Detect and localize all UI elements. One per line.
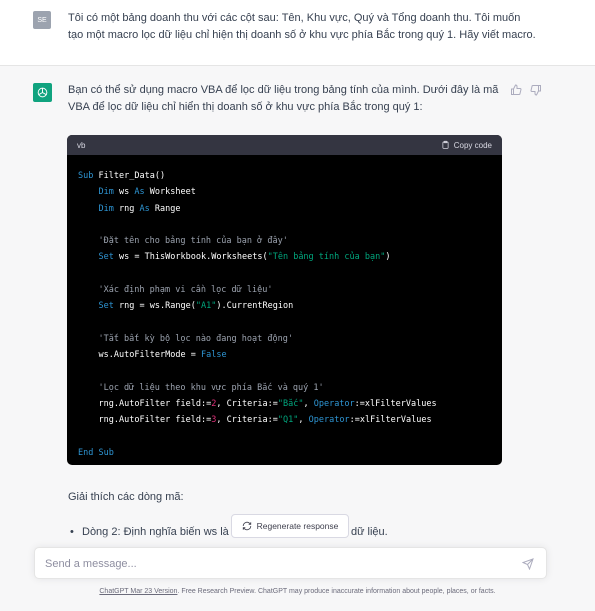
code-line: rng.AutoFilter field:=3, Criteria:="Q1",… [98, 415, 432, 426]
feedback-buttons [510, 84, 542, 96]
code-line: Set rng = ws.Range("A1").CurrentRegion [98, 301, 294, 312]
code-line: End Sub [78, 448, 114, 459]
code-block-header: vb Copy code [67, 135, 502, 155]
explanation-heading: Giải thích các dòng mã: [68, 491, 184, 503]
send-icon[interactable] [521, 558, 534, 571]
assistant-intro-text: Bạn có thể sử dụng macro VBA để lọc dữ l… [68, 84, 499, 113]
code-line: Dim ws As Worksheet [98, 187, 196, 198]
code-line: 'Đặt tên cho bảng tính của bạn ở đây' [78, 236, 288, 247]
message-composer [34, 547, 547, 579]
thumbs-down-icon[interactable] [530, 84, 542, 96]
refresh-icon [242, 521, 251, 531]
message-input[interactable] [45, 555, 505, 573]
copy-code-label: Copy code [453, 140, 492, 150]
regenerate-label: Regenerate response [256, 521, 339, 531]
code-line: 'Tắt bất kỳ bộ lọc nào đang hoạt động' [78, 333, 293, 344]
footer: ChatGPT Mar 23 Version. Free Research Pr… [0, 588, 595, 595]
code-line: ws.AutoFilterMode = False [98, 350, 227, 361]
thumbs-up-icon[interactable] [510, 84, 522, 96]
clipboard-icon [442, 140, 449, 149]
code-content: Sub Filter_Data() Dim ws As Worksheet Di… [67, 155, 502, 461]
user-message-text: Tôi có một bảng doanh thu với các cột sa… [68, 12, 536, 41]
code-block: vb Copy code Sub Filter_Data() Dim ws As… [67, 135, 502, 465]
footer-disclaimer: . Free Research Preview. ChatGPT may pro… [177, 588, 496, 595]
code-line: 'Lọc dữ liệu theo khu vực phía Bắc và qu… [78, 382, 324, 393]
copy-code-button[interactable]: Copy code [441, 140, 492, 150]
code-line: Dim rng As Range [98, 203, 181, 214]
code-line: Sub Filter_Data() [78, 171, 166, 181]
user-message-row: SE Tôi có một bảng doanh thu với các cột… [0, 0, 595, 66]
version-link[interactable]: ChatGPT Mar 23 Version [99, 588, 177, 595]
regenerate-response-button[interactable]: Regenerate response [231, 514, 349, 538]
code-line: 'Xác định phạm vi cần lọc dữ liệu' [78, 285, 273, 296]
code-language-label: vb [77, 140, 86, 150]
chatgpt-logo-icon [33, 83, 52, 102]
code-line: Set ws = ThisWorkbook.Worksheets("Tên bả… [98, 252, 391, 263]
code-line: rng.AutoFilter field:=2, Criteria:="Bắc"… [98, 399, 437, 410]
assistant-message-row: Bạn có thể sử dụng macro VBA để lọc dữ l… [0, 66, 595, 611]
user-avatar: SE [33, 11, 51, 29]
